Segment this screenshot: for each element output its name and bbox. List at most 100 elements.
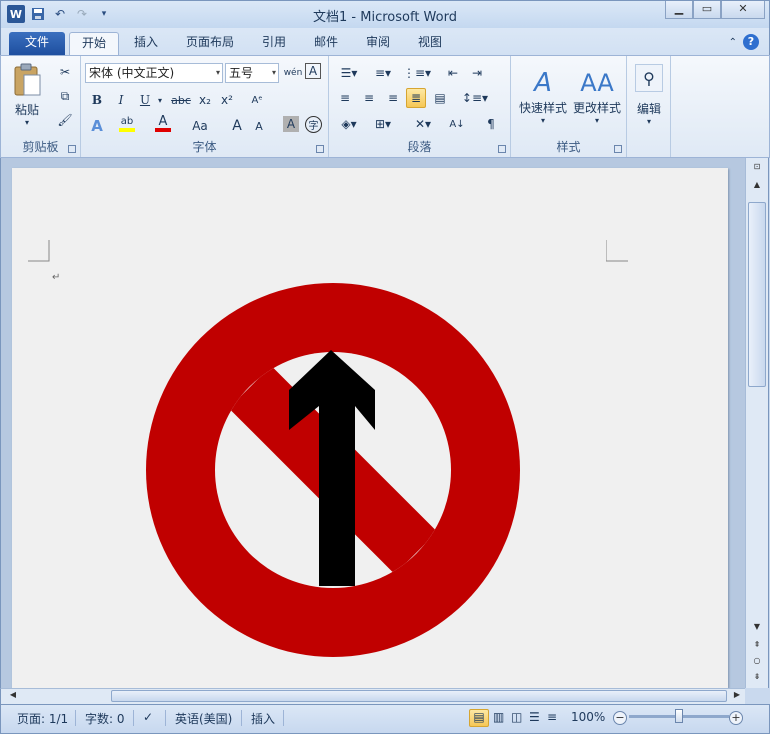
decrease-indent-icon[interactable]: ⇤ — [443, 63, 463, 83]
char-shading-icon[interactable]: A — [283, 116, 299, 132]
minimize-button[interactable]: ▁ — [665, 1, 693, 19]
quick-styles-button[interactable]: A 快速样式 ▾ — [515, 60, 571, 132]
browse-object-icon[interactable]: ○ — [749, 656, 765, 670]
vertical-scrollbar[interactable]: ⊡ ▲ ▼ ⇞ ○ ⇟ — [745, 158, 769, 688]
subscript-button[interactable]: x₂ — [195, 90, 215, 110]
draft-view-icon[interactable]: ≡ — [547, 710, 557, 724]
italic-button[interactable]: I — [111, 90, 131, 110]
shading-icon[interactable]: ◈▾ — [335, 114, 363, 134]
increase-indent-icon[interactable]: ⇥ — [467, 63, 487, 83]
document-area[interactable]: ↵ — [0, 158, 745, 688]
scroll-up-icon[interactable]: ▲ — [749, 180, 765, 194]
justify-icon[interactable]: ≣ — [406, 88, 426, 108]
paste-icon — [14, 63, 41, 96]
clipboard-launcher-icon[interactable] — [68, 145, 76, 153]
tab-file[interactable]: 文件 — [9, 32, 65, 55]
chinese-layout-icon[interactable]: ✕▾ — [409, 114, 437, 134]
page-count[interactable]: 页面: 1/1 — [17, 710, 68, 727]
format-painter-icon[interactable]: 🖌 — [55, 110, 75, 130]
tab-references[interactable]: 引用 — [253, 32, 295, 55]
font-name-select[interactable]: 宋体 (中文正文) ▾ — [85, 63, 223, 83]
align-center-icon[interactable]: ≡ — [359, 88, 379, 108]
numbering-icon[interactable]: ≡▾ — [369, 63, 397, 83]
phonetic-guide-icon[interactable]: wén — [283, 63, 303, 83]
bullets-icon[interactable]: ☰▾ — [335, 63, 363, 83]
distributed-icon[interactable]: ▤ — [430, 88, 450, 108]
cut-icon[interactable]: ✂ — [55, 62, 75, 82]
scroll-down-icon[interactable]: ▼ — [749, 622, 765, 636]
underline-button[interactable]: U — [135, 90, 155, 110]
grow-font-button[interactable]: A — [227, 116, 247, 136]
sort-icon[interactable]: A↓ — [447, 114, 467, 134]
editing-button[interactable]: ⚲ 编辑 ▾ — [631, 60, 667, 130]
full-screen-reading-icon[interactable]: ▥ — [493, 710, 504, 724]
title-bar: W ↶ ↷ ▾ 文档1 - Microsoft Word ▁ ▭ ✕ — [0, 0, 770, 28]
status-separator — [165, 710, 166, 726]
tab-mailings[interactable]: 邮件 — [305, 32, 347, 55]
paragraph-group-label: 段落 — [407, 140, 432, 154]
tab-insert[interactable]: 插入 — [125, 32, 167, 55]
status-bar: 页面: 1/1 字数: 0 ✓ 英语(美国) 插入 ▤ ▥ ◫ ☰ ≡ 100%… — [0, 704, 770, 734]
font-color-icon[interactable]: A — [153, 114, 173, 134]
web-layout-icon[interactable]: ◫ — [511, 710, 522, 724]
multilevel-list-icon[interactable]: ⋮≡▾ — [403, 63, 431, 83]
char-border-icon[interactable]: A — [305, 63, 321, 79]
zoom-slider-thumb[interactable] — [675, 709, 683, 723]
proofing-icon[interactable]: ✓ — [143, 710, 153, 724]
shrink-font-button[interactable]: A — [249, 116, 269, 136]
clear-formatting-icon[interactable]: Aᵉ — [247, 90, 267, 110]
scroll-left-icon[interactable]: ◀ — [5, 690, 21, 704]
group-font: 宋体 (中文正文) ▾ 五号 ▾ wén A B I U ▾ abc x₂ x² A… — [81, 56, 329, 157]
align-right-icon[interactable]: ≡ — [383, 88, 403, 108]
font-size-select[interactable]: 五号 ▾ — [225, 63, 279, 83]
close-button[interactable]: ✕ — [721, 1, 765, 19]
enclose-chars-icon[interactable]: 字 — [305, 116, 322, 133]
tab-review[interactable]: 审阅 — [357, 32, 399, 55]
document-page[interactable]: ↵ — [12, 168, 728, 688]
underline-dropdown-icon[interactable]: ▾ — [155, 90, 165, 110]
status-separator — [283, 710, 284, 726]
tab-view[interactable]: 视图 — [409, 32, 451, 55]
help-icon[interactable]: ? — [743, 34, 759, 50]
language-indicator[interactable]: 英语(美国) — [175, 710, 232, 727]
insert-mode-indicator[interactable]: 插入 — [251, 710, 275, 727]
zoom-in-icon[interactable]: + — [729, 711, 743, 725]
zoom-out-icon[interactable]: − — [613, 711, 627, 725]
strikethrough-button[interactable]: abc — [169, 90, 193, 110]
paragraph-launcher-icon[interactable] — [498, 145, 506, 153]
align-left-icon[interactable]: ≡ — [335, 88, 355, 108]
superscript-button[interactable]: x² — [217, 90, 237, 110]
word-count[interactable]: 字数: 0 — [85, 710, 125, 727]
next-page-icon[interactable]: ⇟ — [749, 672, 765, 686]
bold-button[interactable]: B — [87, 90, 107, 110]
change-styles-icon: AA — [580, 69, 614, 97]
vertical-scroll-thumb[interactable] — [748, 202, 766, 387]
copy-icon[interactable]: ⧉ — [55, 86, 75, 106]
paste-button[interactable]: 粘贴 ▾ — [7, 60, 47, 130]
font-size-value: 五号 — [229, 66, 254, 80]
group-paragraph: ☰▾ ≡▾ ⋮≡▾ ⇤ ⇥ ≡ ≡ ≡ ≣ ▤ ↕≡▾ ◈▾ ⊞▾ ✕▾ A↓ … — [329, 56, 511, 157]
no-straight-ahead-sign[interactable] — [145, 282, 521, 658]
minimize-ribbon-icon[interactable]: ⌃ — [729, 37, 737, 48]
highlight-color-icon[interactable]: ab — [117, 114, 137, 134]
text-effects-icon[interactable]: A — [87, 116, 107, 136]
margin-corner-top-right — [606, 240, 628, 262]
styles-launcher-icon[interactable] — [614, 145, 622, 153]
scroll-right-icon[interactable]: ▶ — [729, 690, 745, 704]
line-spacing-icon[interactable]: ↕≡▾ — [461, 88, 489, 108]
print-layout-icon[interactable]: ▤ — [469, 709, 489, 727]
prev-page-icon[interactable]: ⇞ — [749, 640, 765, 654]
tab-page-layout[interactable]: 页面布局 — [177, 32, 243, 55]
change-styles-button[interactable]: AA 更改样式 ▾ — [569, 60, 625, 132]
tab-home[interactable]: 开始 — [69, 32, 119, 55]
font-launcher-icon[interactable] — [316, 145, 324, 153]
show-marks-icon[interactable]: ¶ — [481, 114, 501, 134]
ruler-toggle-icon[interactable]: ⊡ — [749, 162, 765, 176]
change-case-button[interactable]: Aa — [187, 116, 213, 136]
zoom-level[interactable]: 100% — [571, 710, 605, 724]
horizontal-scrollbar[interactable]: ◀ ▶ — [0, 688, 745, 704]
outline-view-icon[interactable]: ☰ — [529, 710, 540, 724]
borders-icon[interactable]: ⊞▾ — [369, 114, 397, 134]
horizontal-scroll-thumb[interactable] — [111, 690, 727, 702]
maximize-button[interactable]: ▭ — [693, 1, 721, 19]
